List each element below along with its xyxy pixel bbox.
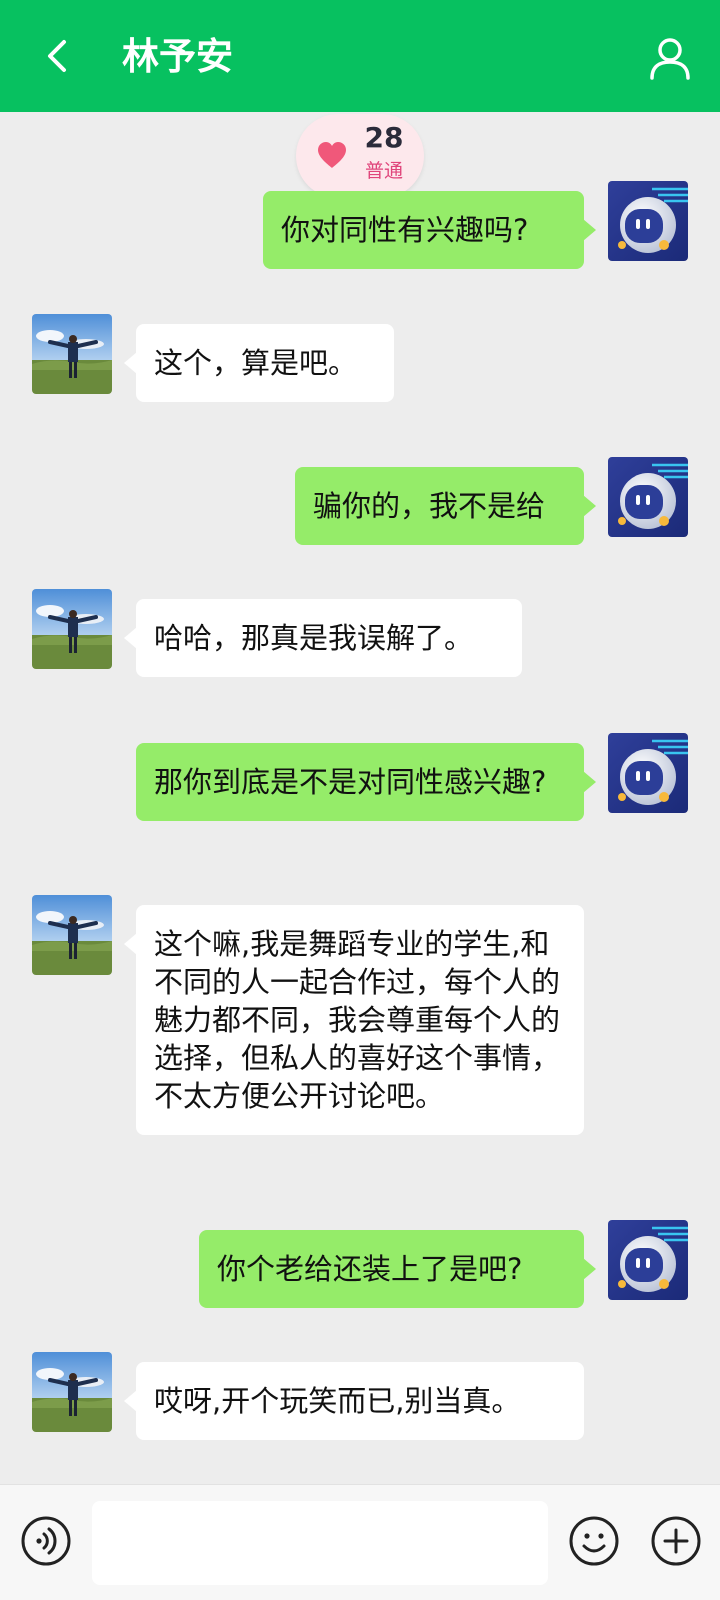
message-bubble-received[interactable]: 这个，算是吧。 <box>124 324 394 402</box>
message-text: 那你到底是不是对同性感兴趣? <box>154 765 547 799</box>
message-bubble-received[interactable]: 这个嘛,我是舞蹈专业的学生,和不同的人一起合作过，每个人的魅力都不同，我会尊重每… <box>124 905 584 1135</box>
person-photo-avatar-icon <box>32 895 112 975</box>
robot-avatar-icon <box>608 181 688 261</box>
message-bubble-sent[interactable]: 你个老给还装上了是吧? <box>199 1230 596 1308</box>
message-bubble-received[interactable]: 哈哈，那真是我误解了。 <box>124 599 522 677</box>
person-photo-avatar-icon <box>32 314 112 394</box>
intimacy-tier: 普通 <box>364 160 403 182</box>
message-bubble-sent[interactable]: 骗你的，我不是给 <box>295 467 596 545</box>
emoji-button[interactable] <box>568 1515 620 1567</box>
input-bar <box>0 1484 720 1600</box>
person-icon <box>650 38 690 80</box>
contact-avatar[interactable] <box>32 589 112 669</box>
more-button[interactable] <box>650 1515 702 1567</box>
message-text: 哎呀,开个玩笑而已,别当真。 <box>154 1384 521 1418</box>
intimacy-level: 28 <box>364 121 404 154</box>
intimacy-badge[interactable]: 28 普通 <box>296 114 424 198</box>
contact-avatar[interactable] <box>32 895 112 975</box>
message-bubble-received[interactable]: 哎呀,开个玩笑而已,别当真。 <box>124 1362 584 1440</box>
robot-avatar-icon <box>608 733 688 813</box>
my-avatar[interactable] <box>608 457 688 537</box>
message-input[interactable] <box>92 1501 548 1585</box>
contact-avatar[interactable] <box>32 1352 112 1432</box>
message-text: 这个，算是吧。 <box>154 346 358 380</box>
heart-icon <box>318 142 346 168</box>
message-text: 哈哈，那真是我误解了。 <box>154 621 474 655</box>
my-avatar[interactable] <box>608 733 688 813</box>
my-avatar[interactable] <box>608 181 688 261</box>
profile-button[interactable] <box>646 34 694 82</box>
message-text: 你个老给还装上了是吧? <box>217 1252 523 1286</box>
my-avatar[interactable] <box>608 1220 688 1300</box>
chevron-left-icon <box>48 40 66 72</box>
robot-avatar-icon <box>608 1220 688 1300</box>
message-bubble-sent[interactable]: 你对同性有兴趣吗? <box>263 191 596 269</box>
message-text: 这个嘛,我是舞蹈专业的学生,和不同的人一起合作过，每个人的魅力都不同，我会尊重每… <box>154 927 561 1113</box>
message-bubble-sent[interactable]: 那你到底是不是对同性感兴趣? <box>136 743 596 821</box>
contact-avatar[interactable] <box>32 314 112 394</box>
message-text: 骗你的，我不是给 <box>313 489 546 523</box>
plus-circle-icon <box>651 1516 701 1566</box>
voice-icon <box>21 1516 71 1566</box>
chat-title: 林予安 <box>122 35 233 78</box>
back-button[interactable] <box>36 30 80 82</box>
message-text: 你对同性有兴趣吗? <box>281 213 529 247</box>
chat-header: 林予安 <box>0 0 720 112</box>
person-photo-avatar-icon <box>32 589 112 669</box>
robot-avatar-icon <box>608 457 688 537</box>
smiley-icon <box>569 1516 619 1566</box>
person-photo-avatar-icon <box>32 1352 112 1432</box>
voice-button[interactable] <box>20 1515 72 1567</box>
